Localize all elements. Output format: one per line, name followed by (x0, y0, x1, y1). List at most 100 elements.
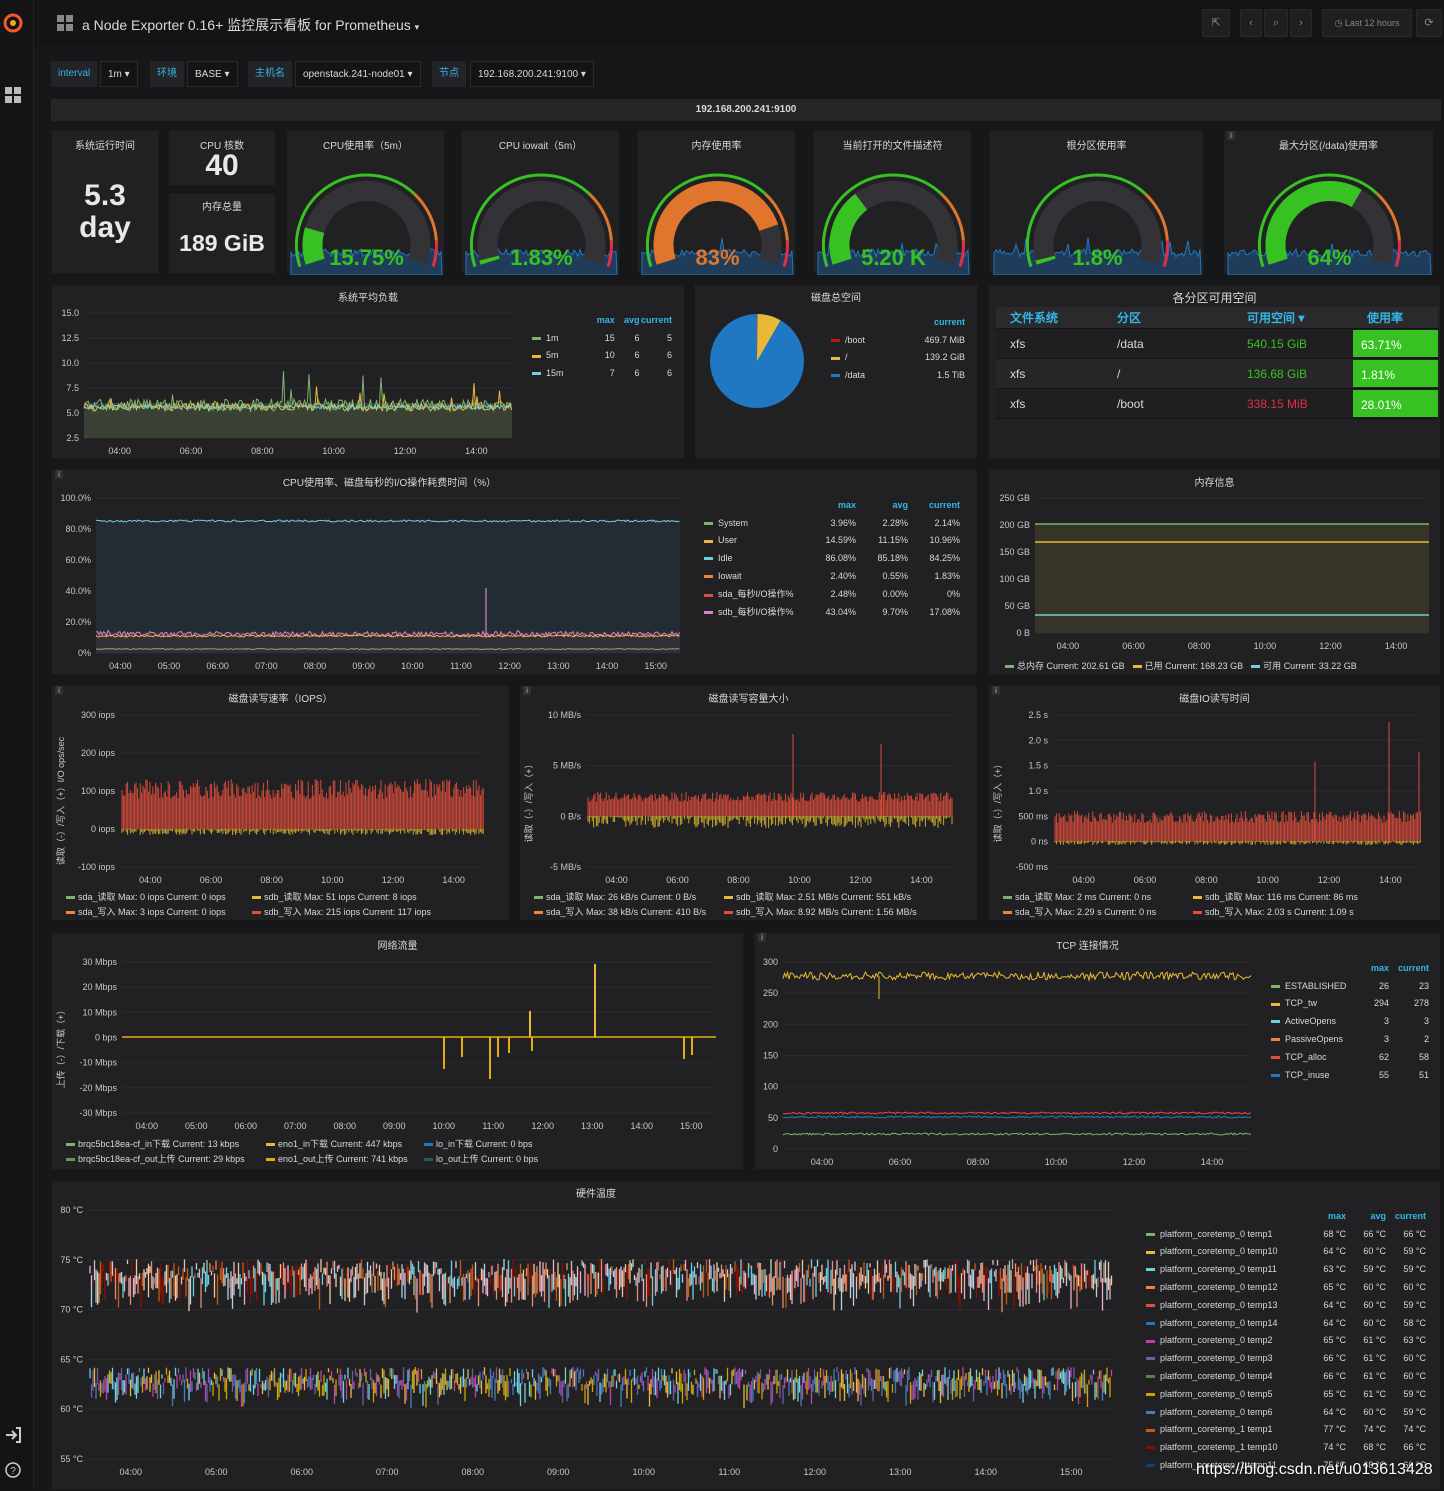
tcp-chart[interactable]: 300 250 200 150 100 50 0 04:00 06:00 08:00 10:00 12… (755, 949, 1265, 1171)
legend-item[interactable]: platform_coretemp_1 temp10 74 °C 68 °C 66 °… (1146, 1438, 1436, 1456)
legend-item[interactable]: sdb_写入 Max: 2.03 s Current: 1.09 s (1193, 905, 1354, 918)
legend-item[interactable]: platform_coretemp_0 temp12 65 °C 60 °C 60 °… (1146, 1278, 1436, 1296)
legend-swatch (1146, 1464, 1155, 1468)
legend-item[interactable]: System 3.96% 2.28% 2.14% (704, 514, 969, 532)
legend-item[interactable]: sda_写入 Max: 3 iops Current: 0 iops (66, 905, 226, 918)
legend-item[interactable]: TCP_tw 294 278 (1271, 995, 1433, 1013)
legend-item[interactable]: User 14.59% 11.15% 10.96% (704, 532, 969, 550)
legend-item[interactable]: sdb_写入 Max: 8.92 MB/s Current: 1.56 MB/s (724, 905, 917, 918)
sign-in-icon[interactable] (4, 1426, 22, 1444)
legend-avg: 6 (634, 368, 640, 379)
legend-item[interactable]: /boot 469.7 MiB (831, 331, 971, 349)
col-available[interactable]: 可用空间 ▾ (1233, 307, 1353, 328)
legend-item[interactable]: platform_coretemp_0 temp1 68 °C 66 °C 66 °C (1146, 1225, 1436, 1243)
legend-item[interactable]: Iowait 2.40% 0.55% 1.83% (704, 567, 969, 585)
table-row[interactable]: xfs / 136.68 GiB 1.81% (996, 359, 1438, 389)
gauge-chart[interactable]: 15.75% (287, 149, 446, 275)
legend-item[interactable]: TCP_alloc 62 58 (1271, 1048, 1433, 1066)
legend-item[interactable]: 已用 Current: 168.23 GB (1132, 661, 1243, 671)
time-forward-button[interactable]: › (1290, 9, 1312, 37)
share-icon: ⇱ (1211, 17, 1221, 29)
throughput-chart[interactable]: 10 MB/s 5 MB/s 0 B/s -5 MB/s 04:00 06:00 08:00… (520, 702, 979, 886)
load-chart[interactable]: 15.0 12.5 10.0 7.5 5.0 2.5 04:00 06:00 08:00 10:0… (52, 303, 522, 460)
col-filesystem[interactable]: 文件系统 (996, 307, 1103, 328)
legend-item[interactable]: eno1_in下载 Current: 447 kbps (266, 1137, 402, 1150)
temp-chart[interactable]: 80 °C 75 °C 70 °C 65 °C 60 °C 55 °C 04:00 05:00… (52, 1197, 1142, 1491)
legend-label: lo_out上传 (436, 1154, 479, 1164)
table-row[interactable]: xfs/data 540.15 GiB 63.71% (996, 329, 1438, 359)
gauge-chart[interactable]: 1.83% (462, 149, 621, 275)
legend-item[interactable]: platform_coretemp_0 temp13 64 °C 60 °C 59 °… (1146, 1296, 1436, 1314)
legend-item[interactable]: ESTABLISHED 26 23 (1271, 977, 1433, 995)
legend-item[interactable]: 5m 10 6 6 (532, 347, 672, 365)
col-mount[interactable]: 分区 (1103, 307, 1233, 328)
gauge-chart[interactable]: 83% (638, 149, 797, 275)
legend-item[interactable]: Idle 86.08% 85.18% 84.25% (704, 549, 969, 567)
dashboard-title-picker[interactable]: a Node Exporter 0.16+ 监控展示看板 for Prometh… (82, 15, 419, 35)
legend-item[interactable]: sdb_写入 Max: 215 iops Current: 117 iops (252, 905, 431, 918)
legend-item[interactable]: platform_coretemp_1 temp1 77 °C 74 °C 74 °C (1146, 1421, 1436, 1439)
help-icon[interactable]: ? (4, 1461, 22, 1479)
grafana-logo-icon[interactable] (2, 10, 28, 36)
share-button[interactable]: ⇱ (1202, 9, 1230, 37)
time-back-button[interactable]: ‹ (1240, 9, 1262, 37)
legend-item[interactable]: sda_写入 Max: 2.29 s Current: 0 ns (1003, 905, 1156, 918)
gauge-panel: CPU iowait（5m） 1.83% (461, 130, 621, 275)
legend-item[interactable]: lo_in下载 Current: 0 bps (424, 1137, 533, 1150)
legend-item[interactable]: sda_写入 Max: 38 kB/s Current: 410 B/s (534, 905, 706, 918)
legend-item[interactable]: sda_读取 Max: 0 iops Current: 0 iops (66, 890, 226, 903)
legend-item[interactable]: sdb_每秒I/O操作% 43.04% 9.70% 17.08% (704, 603, 969, 621)
col-usage[interactable]: 使用率 (1353, 307, 1438, 328)
legend-item[interactable]: platform_coretemp_0 temp4 66 °C 61 °C 60 °C (1146, 1367, 1436, 1385)
disk-space-legend: current /boot 469.7 MiB / 139.2 GiB/data 1.5… (831, 313, 971, 384)
cpu-io-chart[interactable]: 100.0% 80.0% 60.0% 40.0% 20.0% 0% 04:00 05:00 06… (52, 488, 702, 676)
legend-item[interactable]: lo_out上传 Current: 0 bps (424, 1152, 538, 1165)
legend-item[interactable]: 15m 7 6 6 (532, 364, 672, 382)
legend-item[interactable]: PassiveOpens 3 2 (1271, 1030, 1433, 1048)
gauge-chart[interactable]: 5.20 K (814, 149, 973, 275)
table-row[interactable]: xfs/boot 338.15 MiB 28.01% (996, 389, 1438, 419)
legend-item[interactable]: sdb_读取 Max: 2.51 MB/s Current: 551 kB/s (724, 890, 911, 903)
disk-space-pie[interactable] (709, 313, 805, 409)
legend-item[interactable]: platform_coretemp_0 temp10 64 °C 60 °C 59 °… (1146, 1243, 1436, 1261)
legend-item[interactable]: sdb_读取 Max: 116 ms Current: 86 ms (1193, 890, 1358, 903)
x-tick-label: 12:00 (394, 446, 417, 456)
network-chart[interactable]: 30 Mbps 20 Mbps 10 Mbps 0 bps -10 Mbps -20 Mb… (52, 949, 745, 1135)
mem-info-chart[interactable]: 250 GB 200 GB 150 GB 100 GB 50 GB 0 B 04:00 06:… (989, 488, 1442, 654)
legend-item[interactable]: platform_coretemp_0 temp3 66 °C 61 °C 60 °C (1146, 1349, 1436, 1367)
legend-item[interactable]: 总内存 Current: 202.61 GB (1005, 661, 1125, 671)
legend-item[interactable]: brqc5bc18ea-cf_in下载 Current: 13 kbps (66, 1137, 239, 1150)
legend-item[interactable]: platform_coretemp_0 temp5 65 °C 61 °C 59 °C (1146, 1385, 1436, 1403)
dashboards-icon[interactable] (4, 86, 22, 104)
legend-item[interactable]: platform_coretemp_0 temp11 63 °C 59 °C 59 °… (1146, 1260, 1436, 1278)
legend-item[interactable]: sda_读取 Max: 2 ms Current: 0 ns (1003, 890, 1151, 903)
legend-item[interactable]: / 139.2 GiB (831, 349, 971, 367)
legend-item[interactable]: ActiveOpens 3 3 (1271, 1012, 1433, 1030)
legend-item[interactable]: brqc5bc18ea-cf_out上传 Current: 29 kbps (66, 1152, 245, 1165)
variable-select-env[interactable]: BASE ▾ (187, 61, 238, 87)
time-picker-button[interactable]: ◷ Last 12 hours (1322, 9, 1412, 37)
legend-item[interactable]: 可用 Current: 33.22 GB (1251, 661, 1357, 671)
variable-select-node[interactable]: 192.168.200.241:9100 ▾ (470, 61, 594, 87)
io-time-chart[interactable]: 2.5 s 2.0 s 1.5 s 1.0 s 500 ms 0 ns -500 ms 04:… (989, 702, 1442, 886)
variable-select-host[interactable]: openstack.241-node01 ▾ (295, 61, 421, 87)
iops-chart[interactable]: 300 iops 200 iops 100 iops 0 iops -100 iops 0… (52, 702, 511, 886)
legend-item[interactable]: TCP_inuse 55 51 (1271, 1066, 1433, 1084)
legend-max: 15 (604, 332, 615, 343)
zoom-out-button[interactable]: ⌕ (1264, 9, 1288, 37)
legend-item[interactable]: 1m 15 6 5 (532, 329, 672, 347)
variable-select-interval[interactable]: 1m ▾ (100, 61, 138, 87)
legend-item[interactable]: platform_coretemp_0 temp14 64 °C 60 °C 58 °… (1146, 1314, 1436, 1332)
legend-item[interactable]: eno1_out上传 Current: 741 kbps (266, 1152, 408, 1165)
row-header[interactable]: 192.168.200.241:9100 (51, 99, 1441, 121)
uptime-unit: day (79, 211, 131, 244)
legend-item[interactable]: sda_每秒I/O操作% 2.48% 0.00% 0% (704, 585, 969, 603)
legend-item[interactable]: sdb_读取 Max: 51 iops Current: 8 iops (252, 890, 417, 903)
gauge-chart[interactable]: 1.8% (990, 149, 1205, 275)
legend-item[interactable]: sda_读取 Max: 26 kB/s Current: 0 B/s (534, 890, 696, 903)
legend-item[interactable]: /data 1.5 TiB (831, 366, 971, 384)
legend-item[interactable]: platform_coretemp_0 temp6 64 °C 60 °C 59 °C (1146, 1403, 1436, 1421)
refresh-button[interactable]: ⟳ (1416, 9, 1442, 37)
legend-item[interactable]: platform_coretemp_0 temp2 65 °C 61 °C 63 °C (1146, 1332, 1436, 1350)
gauge-chart[interactable]: 64% (1224, 149, 1435, 275)
